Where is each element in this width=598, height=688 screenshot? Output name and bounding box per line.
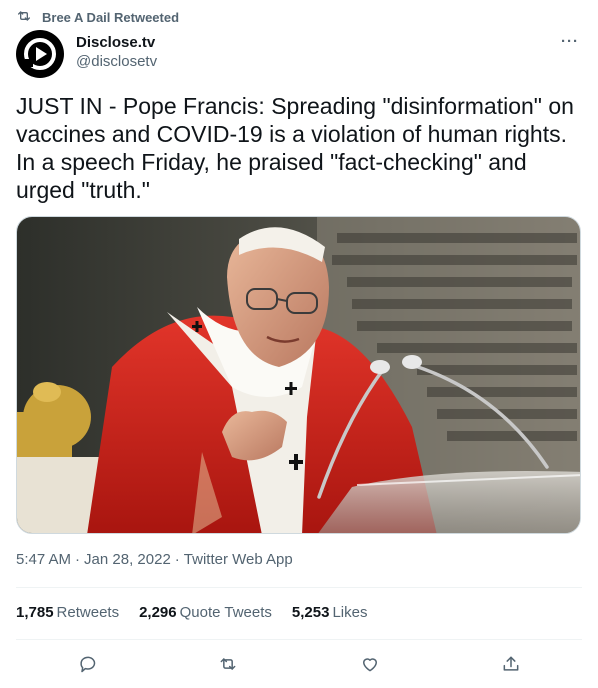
likes-count: 5,253	[291, 604, 330, 621]
retweet-button[interactable]	[210, 648, 246, 680]
retweet-icon	[220, 658, 236, 670]
tweet-author: Disclose.tv @disclosetv ···	[16, 30, 582, 78]
retweet-header: Bree A Dail Retweeted	[16, 8, 179, 26]
retweets-label: Retweets	[56, 604, 120, 621]
meta-separator: ·	[174, 551, 180, 568]
retweets-stat[interactable]: 1,785 Retweets	[16, 604, 119, 621]
like-button[interactable]	[352, 648, 388, 680]
retweeted-by-label[interactable]: Bree A Dail Retweeted	[42, 10, 179, 25]
like-icon	[362, 658, 377, 672]
reply-icon	[80, 656, 95, 673]
likes-stat[interactable]: 5,253 Likes	[292, 604, 368, 621]
share-icon	[503, 656, 519, 671]
quote-tweets-count: 2,296	[139, 604, 177, 621]
tweet-image[interactable]	[16, 216, 581, 534]
meta-separator: ·	[75, 551, 81, 568]
divider	[16, 639, 582, 640]
tweet-time[interactable]: 5:47 AM	[16, 551, 71, 568]
user-handle[interactable]: @disclosetv	[76, 52, 157, 71]
tweet-stats: 1,785 Retweets 2,296 Quote Tweets 5,253 Lik…	[16, 604, 367, 621]
avatar[interactable]	[16, 30, 64, 78]
share-button[interactable]	[493, 648, 529, 680]
tweet-text: JUST IN - Pope Francis: Spreading "disin…	[16, 93, 574, 203]
quote-tweets-label: Quote Tweets	[179, 604, 272, 621]
disclose-logo-icon	[24, 38, 56, 70]
likes-label: Likes	[332, 604, 368, 621]
tweet-source[interactable]: Twitter Web App	[184, 551, 293, 568]
retweet-icon	[16, 8, 32, 27]
display-name[interactable]: Disclose.tv	[76, 33, 157, 52]
author-names: Disclose.tv @disclosetv	[76, 33, 157, 71]
quote-tweets-stat[interactable]: 2,296 Quote Tweets	[139, 604, 272, 621]
tweet-actions	[16, 648, 582, 680]
more-options-button[interactable]: ···	[558, 30, 582, 52]
reply-button[interactable]	[69, 648, 105, 680]
tweet-date[interactable]: Jan 28, 2022	[84, 551, 171, 568]
pope-photo	[17, 217, 580, 533]
tweet-meta: 5:47 AM · Jan 28, 2022 · Twitter Web App	[16, 551, 293, 568]
retweets-count: 1,785	[16, 604, 54, 621]
divider	[16, 587, 582, 588]
